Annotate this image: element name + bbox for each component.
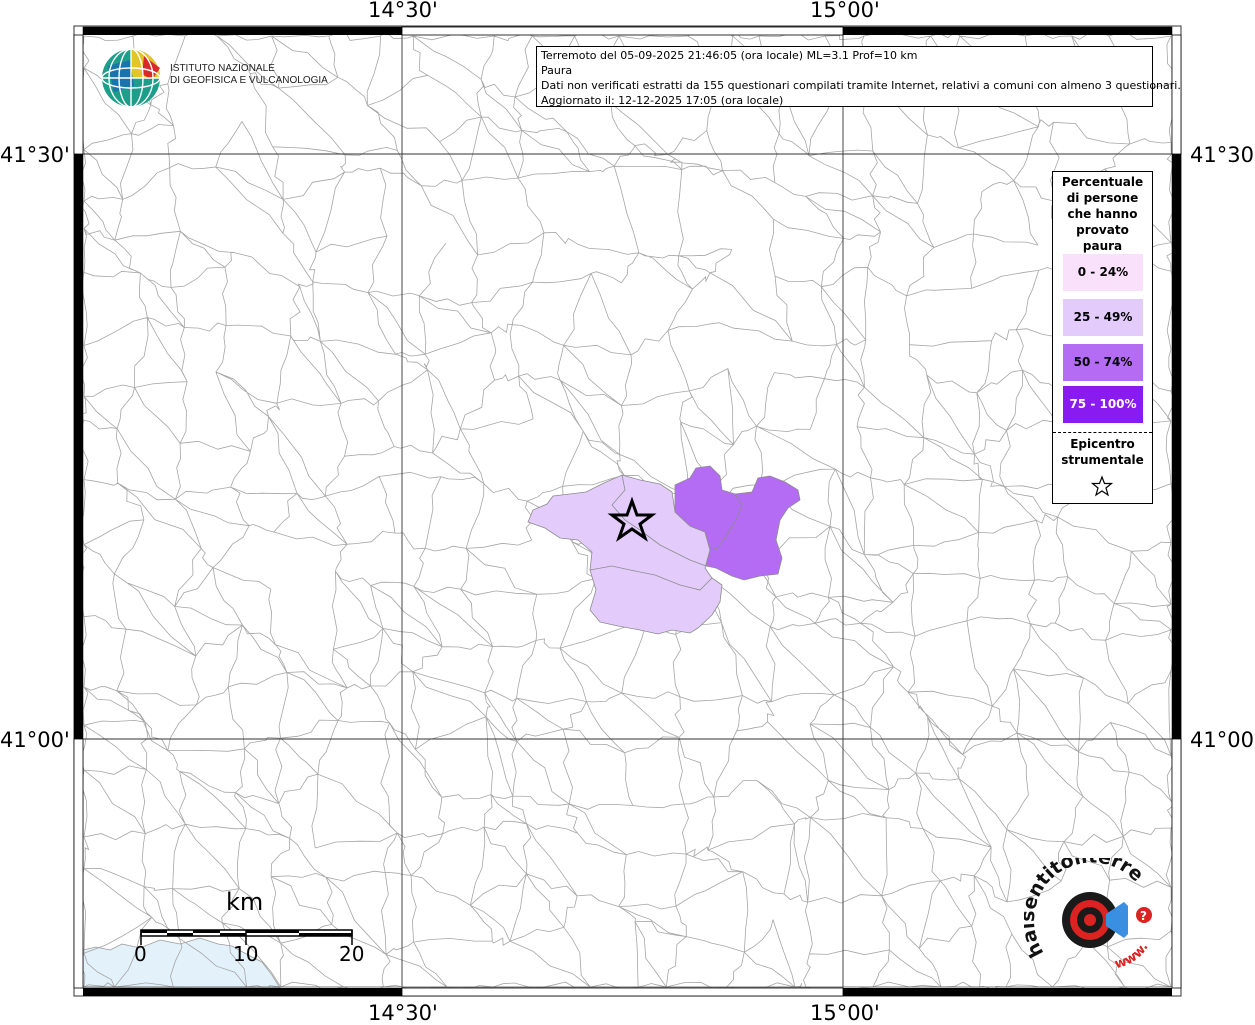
- legend-item-label: 75 - 100%: [1069, 397, 1137, 411]
- legend-item-label: 25 - 49%: [1073, 310, 1133, 324]
- legend-title-line: che hanno: [1067, 207, 1138, 221]
- legend-title: Percentuale di persone che hanno provato…: [1053, 174, 1152, 254]
- legend-item-75-100: 75 - 100%: [1063, 386, 1143, 423]
- svg-text:?: ?: [1140, 909, 1147, 923]
- ingv-name-line2: DI GEOFISICA E VULCANOLOGIA: [170, 75, 328, 86]
- legend-epicenter-line: Epicentro: [1070, 437, 1135, 451]
- legend-item-50-74: 50 - 74%: [1063, 344, 1143, 381]
- event-title: Terremoto del 05-09-2025 21:46:05 (ora l…: [541, 49, 918, 62]
- ingv-logo: ISTITUTO NAZIONALE DI GEOFISICA E VULCAN…: [100, 46, 328, 110]
- scale-tick-20: 20: [339, 942, 365, 966]
- legend-item-label: 0 - 24%: [1077, 265, 1129, 279]
- ingv-name: ISTITUTO NAZIONALE DI GEOFISICA E VULCAN…: [170, 63, 328, 87]
- data-disclaimer: Dati non verificati estratti da 155 ques…: [541, 79, 1181, 92]
- legend-item-label: 50 - 74%: [1073, 355, 1133, 369]
- legend-title-line: paura: [1082, 239, 1123, 253]
- logo-www-textpath: www.: [1113, 940, 1152, 972]
- update-time: Aggiornato il: 12-12-2025 17:05 (ora loc…: [541, 94, 784, 107]
- event-info-box: Terremoto del 05-09-2025 21:46:05 (ora l…: [536, 46, 1181, 107]
- legend-epicenter-line: strumentale: [1061, 453, 1144, 467]
- legend-item-25-49: 25 - 49%: [1063, 299, 1143, 336]
- legend-item-0-24: 0 - 24%: [1063, 254, 1143, 291]
- legend: Percentuale di persone che hanno provato…: [1052, 171, 1153, 504]
- legend-divider: [1053, 432, 1152, 433]
- ingv-globe-icon: [101, 48, 161, 108]
- haisentito-logo[interactable]: haisentitoilterremoto.it www. ?: [1024, 858, 1174, 978]
- logo-www-text: www.: [1113, 940, 1152, 972]
- legend-title-line: di persone: [1066, 191, 1139, 205]
- scale-unit: km: [226, 888, 264, 916]
- scale-tick-0: 0: [134, 942, 147, 966]
- scale-tick-10: 10: [233, 942, 259, 966]
- legend-epicenter-label: Epicentro strumentale: [1053, 436, 1152, 468]
- map-parameter: Paura: [541, 64, 573, 77]
- legend-title-line: provato: [1076, 223, 1129, 237]
- legend-title-line: Percentuale: [1061, 175, 1144, 189]
- legend-star-icon: [1091, 475, 1113, 497]
- ingv-name-line1: ISTITUTO NAZIONALE: [170, 63, 275, 74]
